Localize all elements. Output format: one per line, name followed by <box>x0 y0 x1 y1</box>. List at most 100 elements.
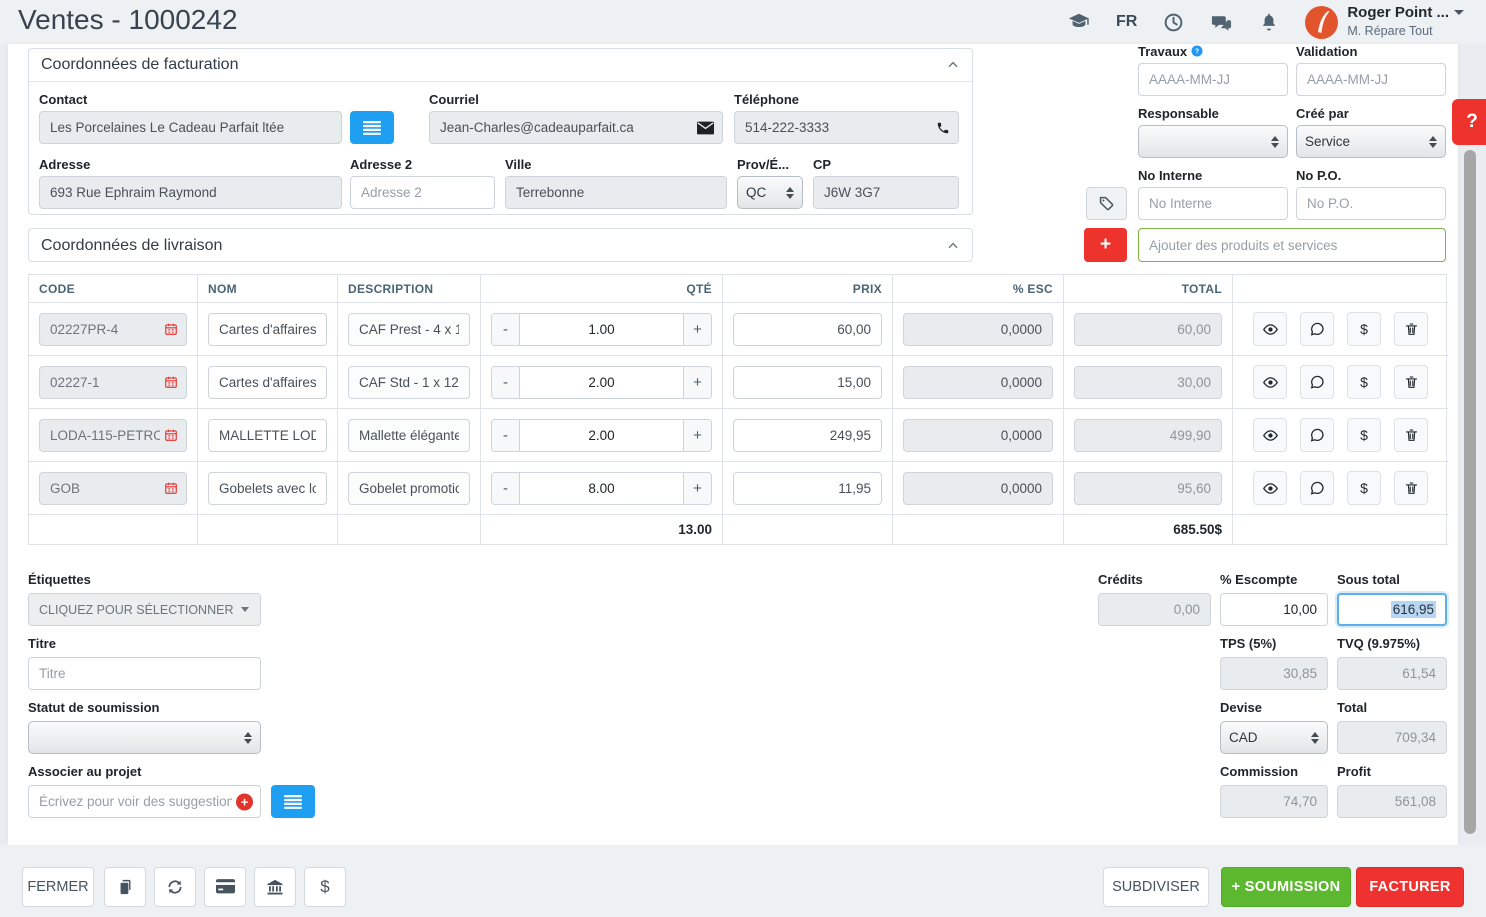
price-button[interactable]: $ <box>1347 471 1381 505</box>
cp-input[interactable] <box>813 176 959 209</box>
telephone-input[interactable] <box>734 111 959 144</box>
ville-input[interactable] <box>505 176 727 209</box>
adresse-input[interactable] <box>39 176 342 209</box>
titre-input[interactable] <box>28 657 261 690</box>
duplicate-button[interactable] <box>104 867 146 907</box>
comment-button[interactable] <box>1300 365 1334 399</box>
qty-plus-button[interactable]: + <box>683 420 711 451</box>
qty-plus-button[interactable]: + <box>683 473 711 504</box>
collapse-shipping-chevron-up-icon[interactable] <box>946 239 960 253</box>
total-input <box>1074 313 1222 346</box>
code-input[interactable] <box>39 366 187 399</box>
prix-input[interactable] <box>733 366 882 399</box>
sous-total-input[interactable]: 616,95 <box>1337 593 1447 626</box>
add-products-input[interactable] <box>1138 228 1446 262</box>
view-button[interactable] <box>1253 418 1287 452</box>
projet-input[interactable] <box>28 785 261 818</box>
qty-minus-button[interactable]: - <box>492 314 520 345</box>
nom-input[interactable] <box>208 366 327 399</box>
prix-input[interactable] <box>733 313 882 346</box>
contact-input[interactable] <box>39 111 342 144</box>
description-input[interactable] <box>348 366 470 399</box>
no-interne-input[interactable] <box>1138 187 1288 220</box>
courriel-input[interactable] <box>429 111 723 144</box>
add-product-button[interactable]: + <box>1084 228 1127 262</box>
description-input[interactable] <box>348 472 470 505</box>
tag-button[interactable] <box>1086 187 1127 220</box>
bank-button[interactable] <box>254 867 296 907</box>
devise-select[interactable]: CAD <box>1220 721 1328 754</box>
clock-icon[interactable] <box>1163 12 1184 33</box>
user-menu[interactable]: Roger Point ... M. Répare Tout <box>1305 4 1464 41</box>
copy-icon <box>117 878 134 896</box>
description-input[interactable] <box>348 419 470 452</box>
delete-button[interactable] <box>1394 418 1428 452</box>
tvq-label: TVQ (9.975%) <box>1337 636 1420 651</box>
refresh-button[interactable] <box>154 867 196 907</box>
code-input[interactable] <box>39 313 187 346</box>
qty-minus-button[interactable]: - <box>492 420 520 451</box>
price-button[interactable]: $ <box>1347 418 1381 452</box>
validation-date-input[interactable] <box>1296 63 1446 96</box>
no-po-input[interactable] <box>1296 187 1446 220</box>
view-button[interactable] <box>1253 312 1287 346</box>
add-suggestion-icon[interactable]: + <box>236 793 253 810</box>
statut-select[interactable] <box>28 721 261 754</box>
bell-icon[interactable] <box>1259 11 1279 33</box>
payment-card-button[interactable] <box>204 867 246 907</box>
esc-input[interactable] <box>903 419 1053 452</box>
view-button[interactable] <box>1253 365 1287 399</box>
responsable-select[interactable] <box>1138 125 1288 158</box>
view-button[interactable] <box>1253 471 1287 505</box>
description-input[interactable] <box>348 313 470 346</box>
graduation-cap-icon[interactable] <box>1068 11 1090 33</box>
esc-input[interactable] <box>903 472 1053 505</box>
delete-button[interactable] <box>1394 471 1428 505</box>
nom-input[interactable] <box>208 419 327 452</box>
delete-button[interactable] <box>1394 365 1428 399</box>
avatar <box>1305 6 1338 39</box>
language-toggle[interactable]: FR <box>1116 13 1137 31</box>
dollar-button[interactable]: $ <box>304 867 346 907</box>
comment-button[interactable] <box>1300 471 1334 505</box>
price-button[interactable]: $ <box>1347 312 1381 346</box>
comment-button[interactable] <box>1300 312 1334 346</box>
page-title: Ventes - 1000242 <box>18 4 238 36</box>
projet-list-button[interactable] <box>271 785 315 818</box>
nom-input[interactable] <box>208 472 327 505</box>
chat-icon[interactable] <box>1210 11 1233 34</box>
cree-par-select[interactable]: Service <box>1296 125 1446 158</box>
help-button[interactable]: ? <box>1452 99 1486 145</box>
code-input[interactable] <box>39 419 187 452</box>
prov-select[interactable]: QC <box>737 176 803 209</box>
qty-value[interactable]: 2.00 <box>520 367 683 398</box>
nom-input[interactable] <box>208 313 327 346</box>
code-input[interactable] <box>39 472 187 505</box>
escompte-input[interactable] <box>1220 593 1328 626</box>
adresse2-input[interactable] <box>350 176 495 209</box>
vertical-scrollbar[interactable] <box>1464 150 1476 834</box>
subdiviser-button[interactable]: SUBDIVISER <box>1103 867 1209 907</box>
facturer-button[interactable]: FACTURER <box>1356 867 1464 907</box>
prix-input[interactable] <box>733 419 882 452</box>
delete-button[interactable] <box>1394 312 1428 346</box>
prix-input[interactable] <box>733 472 882 505</box>
travaux-date-input[interactable] <box>1138 63 1288 96</box>
qty-value[interactable]: 8.00 <box>520 473 683 504</box>
esc-input[interactable] <box>903 366 1053 399</box>
comment-button[interactable] <box>1300 418 1334 452</box>
qty-value[interactable]: 1.00 <box>520 314 683 345</box>
qty-minus-button[interactable]: - <box>492 367 520 398</box>
etiquettes-dropdown[interactable]: CLIQUEZ POUR SÉLECTIONNER <box>28 593 261 626</box>
qty-minus-button[interactable]: - <box>492 473 520 504</box>
qty-value[interactable]: 2.00 <box>520 420 683 451</box>
soumission-button[interactable]: + SOUMISSION <box>1221 867 1351 907</box>
qty-plus-button[interactable]: + <box>683 367 711 398</box>
fermer-button[interactable]: FERMER <box>22 867 94 907</box>
price-button[interactable]: $ <box>1347 365 1381 399</box>
contact-list-button[interactable] <box>350 111 394 144</box>
collapse-billing-chevron-up-icon[interactable] <box>946 58 960 72</box>
esc-input[interactable] <box>903 313 1053 346</box>
ville-label: Ville <box>505 157 532 172</box>
qty-plus-button[interactable]: + <box>683 314 711 345</box>
